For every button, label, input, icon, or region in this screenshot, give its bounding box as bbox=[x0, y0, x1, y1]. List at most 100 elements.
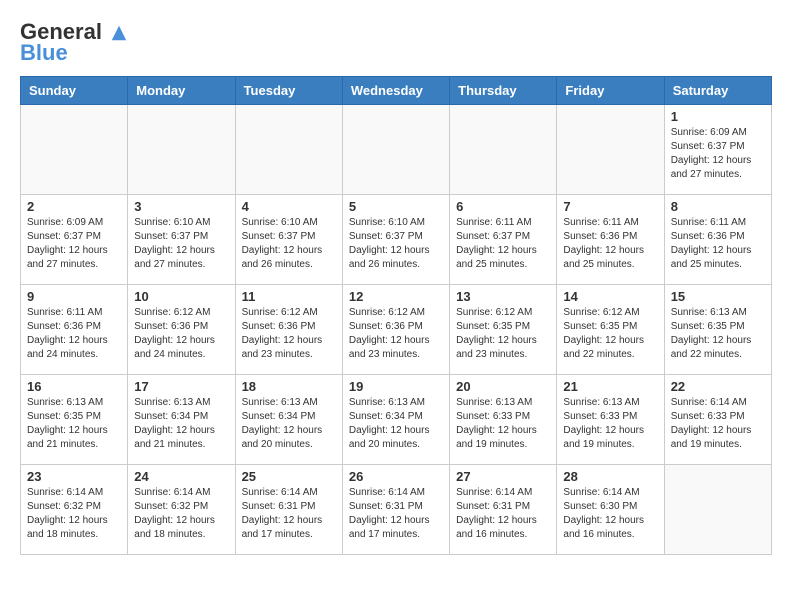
day-number: 2 bbox=[27, 199, 121, 214]
day-info: Sunrise: 6:10 AM Sunset: 6:37 PM Dayligh… bbox=[134, 216, 228, 272]
day-number: 27 bbox=[456, 469, 550, 484]
calendar-week-row: 23 Sunrise: 6:14 AM Sunset: 6:32 PM Dayli… bbox=[21, 465, 772, 555]
calendar-day-cell: 27 Sunrise: 6:14 AM Sunset: 6:31 PM Dayli… bbox=[450, 465, 557, 555]
day-number: 1 bbox=[671, 109, 765, 124]
day-number: 4 bbox=[242, 199, 336, 214]
weekday-header: Thursday bbox=[450, 77, 557, 105]
calendar-day-cell bbox=[128, 105, 235, 195]
day-info: Sunrise: 6:13 AM Sunset: 6:33 PM Dayligh… bbox=[456, 396, 550, 452]
day-info: Sunrise: 6:11 AM Sunset: 6:36 PM Dayligh… bbox=[671, 216, 765, 272]
calendar-day-cell bbox=[450, 105, 557, 195]
day-number: 20 bbox=[456, 379, 550, 394]
calendar-day-cell: 14 Sunrise: 6:12 AM Sunset: 6:35 PM Dayli… bbox=[557, 285, 664, 375]
page-header: General Blue bbox=[20, 20, 772, 66]
calendar-day-cell: 11Sunrise: 6:12 AM Sunset: 6:36 PM Dayli… bbox=[235, 285, 342, 375]
calendar-day-cell bbox=[664, 465, 771, 555]
calendar-day-cell: 18 Sunrise: 6:13 AM Sunset: 6:34 PM Dayli… bbox=[235, 375, 342, 465]
calendar-day-cell: 7 Sunrise: 6:11 AM Sunset: 6:36 PM Daylig… bbox=[557, 195, 664, 285]
calendar-day-cell: 24 Sunrise: 6:14 AM Sunset: 6:32 PM Dayli… bbox=[128, 465, 235, 555]
calendar-day-cell bbox=[342, 105, 449, 195]
day-info: Sunrise: 6:11 AM Sunset: 6:36 PM Dayligh… bbox=[27, 306, 121, 362]
weekday-header: Friday bbox=[557, 77, 664, 105]
day-info: Sunrise: 6:13 AM Sunset: 6:34 PM Dayligh… bbox=[242, 396, 336, 452]
calendar-day-cell: 21Sunrise: 6:13 AM Sunset: 6:33 PM Dayli… bbox=[557, 375, 664, 465]
day-info: Sunrise: 6:13 AM Sunset: 6:35 PM Dayligh… bbox=[27, 396, 121, 452]
day-info: Sunrise: 6:10 AM Sunset: 6:37 PM Dayligh… bbox=[349, 216, 443, 272]
weekday-header: Sunday bbox=[21, 77, 128, 105]
weekday-header: Tuesday bbox=[235, 77, 342, 105]
day-number: 19 bbox=[349, 379, 443, 394]
day-number: 3 bbox=[134, 199, 228, 214]
calendar-day-cell: 12 Sunrise: 6:12 AM Sunset: 6:36 PM Dayli… bbox=[342, 285, 449, 375]
calendar-day-cell: 1 Sunrise: 6:09 AM Sunset: 6:37 PM Daylig… bbox=[664, 105, 771, 195]
calendar-day-cell: 15 Sunrise: 6:13 AM Sunset: 6:35 PM Dayli… bbox=[664, 285, 771, 375]
day-info: Sunrise: 6:14 AM Sunset: 6:30 PM Dayligh… bbox=[563, 486, 657, 542]
day-number: 7 bbox=[563, 199, 657, 214]
weekday-header: Saturday bbox=[664, 77, 771, 105]
day-info: Sunrise: 6:12 AM Sunset: 6:36 PM Dayligh… bbox=[349, 306, 443, 362]
calendar-day-cell: 25 Sunrise: 6:14 AM Sunset: 6:31 PM Dayli… bbox=[235, 465, 342, 555]
day-info: Sunrise: 6:13 AM Sunset: 6:33 PM Dayligh… bbox=[563, 396, 657, 452]
day-info: Sunrise: 6:14 AM Sunset: 6:31 PM Dayligh… bbox=[242, 486, 336, 542]
calendar-week-row: 9 Sunrise: 6:11 AM Sunset: 6:36 PM Daylig… bbox=[21, 285, 772, 375]
calendar-day-cell: 26 Sunrise: 6:14 AM Sunset: 6:31 PM Dayli… bbox=[342, 465, 449, 555]
day-info: Sunrise: 6:09 AM Sunset: 6:37 PM Dayligh… bbox=[671, 126, 765, 182]
calendar-header: SundayMondayTuesdayWednesdayThursdayFrid… bbox=[21, 77, 772, 105]
weekday-header: Wednesday bbox=[342, 77, 449, 105]
weekday-header: Monday bbox=[128, 77, 235, 105]
day-number: 14 bbox=[563, 289, 657, 304]
calendar-day-cell: 5Sunrise: 6:10 AM Sunset: 6:37 PM Daylig… bbox=[342, 195, 449, 285]
day-info: Sunrise: 6:14 AM Sunset: 6:32 PM Dayligh… bbox=[134, 486, 228, 542]
calendar-day-cell: 17 Sunrise: 6:13 AM Sunset: 6:34 PM Dayli… bbox=[128, 375, 235, 465]
day-info: Sunrise: 6:11 AM Sunset: 6:36 PM Dayligh… bbox=[563, 216, 657, 272]
calendar-day-cell: 13 Sunrise: 6:12 AM Sunset: 6:35 PM Dayli… bbox=[450, 285, 557, 375]
day-number: 25 bbox=[242, 469, 336, 484]
day-number: 22 bbox=[671, 379, 765, 394]
day-number: 24 bbox=[134, 469, 228, 484]
calendar-day-cell: 6Sunrise: 6:11 AM Sunset: 6:37 PM Daylig… bbox=[450, 195, 557, 285]
day-number: 15 bbox=[671, 289, 765, 304]
day-number: 13 bbox=[456, 289, 550, 304]
day-info: Sunrise: 6:13 AM Sunset: 6:34 PM Dayligh… bbox=[134, 396, 228, 452]
day-number: 11 bbox=[242, 289, 336, 304]
day-number: 12 bbox=[349, 289, 443, 304]
day-number: 8 bbox=[671, 199, 765, 214]
calendar-day-cell: 9 Sunrise: 6:11 AM Sunset: 6:36 PM Daylig… bbox=[21, 285, 128, 375]
calendar-day-cell: 20 Sunrise: 6:13 AM Sunset: 6:33 PM Dayli… bbox=[450, 375, 557, 465]
day-number: 23 bbox=[27, 469, 121, 484]
calendar-day-cell: 4 Sunrise: 6:10 AM Sunset: 6:37 PM Daylig… bbox=[235, 195, 342, 285]
day-info: Sunrise: 6:14 AM Sunset: 6:33 PM Dayligh… bbox=[671, 396, 765, 452]
calendar-day-cell: 2 Sunrise: 6:09 AM Sunset: 6:37 PM Daylig… bbox=[21, 195, 128, 285]
day-number: 26 bbox=[349, 469, 443, 484]
day-info: Sunrise: 6:10 AM Sunset: 6:37 PM Dayligh… bbox=[242, 216, 336, 272]
calendar-day-cell: 19 Sunrise: 6:13 AM Sunset: 6:34 PM Dayli… bbox=[342, 375, 449, 465]
day-info: Sunrise: 6:12 AM Sunset: 6:35 PM Dayligh… bbox=[563, 306, 657, 362]
calendar-day-cell: 16 Sunrise: 6:13 AM Sunset: 6:35 PM Dayli… bbox=[21, 375, 128, 465]
day-info: Sunrise: 6:14 AM Sunset: 6:31 PM Dayligh… bbox=[349, 486, 443, 542]
calendar-week-row: 16 Sunrise: 6:13 AM Sunset: 6:35 PM Dayli… bbox=[21, 375, 772, 465]
calendar-day-cell: 23 Sunrise: 6:14 AM Sunset: 6:32 PM Dayli… bbox=[21, 465, 128, 555]
day-info: Sunrise: 6:13 AM Sunset: 6:34 PM Dayligh… bbox=[349, 396, 443, 452]
day-number: 9 bbox=[27, 289, 121, 304]
day-info: Sunrise: 6:09 AM Sunset: 6:37 PM Dayligh… bbox=[27, 216, 121, 272]
day-number: 18 bbox=[242, 379, 336, 394]
day-info: Sunrise: 6:14 AM Sunset: 6:32 PM Dayligh… bbox=[27, 486, 121, 542]
calendar-day-cell: 22 Sunrise: 6:14 AM Sunset: 6:33 PM Dayli… bbox=[664, 375, 771, 465]
calendar-day-cell bbox=[235, 105, 342, 195]
day-number: 28 bbox=[563, 469, 657, 484]
day-info: Sunrise: 6:12 AM Sunset: 6:35 PM Dayligh… bbox=[456, 306, 550, 362]
day-info: Sunrise: 6:14 AM Sunset: 6:31 PM Dayligh… bbox=[456, 486, 550, 542]
calendar-week-row: 2 Sunrise: 6:09 AM Sunset: 6:37 PM Daylig… bbox=[21, 195, 772, 285]
logo: General Blue bbox=[20, 20, 128, 66]
calendar-day-cell: 28 Sunrise: 6:14 AM Sunset: 6:30 PM Dayli… bbox=[557, 465, 664, 555]
day-info: Sunrise: 6:11 AM Sunset: 6:37 PM Dayligh… bbox=[456, 216, 550, 272]
day-info: Sunrise: 6:13 AM Sunset: 6:35 PM Dayligh… bbox=[671, 306, 765, 362]
calendar-day-cell bbox=[557, 105, 664, 195]
day-number: 16 bbox=[27, 379, 121, 394]
calendar-week-row: 1 Sunrise: 6:09 AM Sunset: 6:37 PM Daylig… bbox=[21, 105, 772, 195]
calendar-day-cell bbox=[21, 105, 128, 195]
calendar-day-cell: 3 Sunrise: 6:10 AM Sunset: 6:37 PM Daylig… bbox=[128, 195, 235, 285]
calendar-table: SundayMondayTuesdayWednesdayThursdayFrid… bbox=[20, 76, 772, 555]
day-number: 17 bbox=[134, 379, 228, 394]
calendar-day-cell: 10Sunrise: 6:12 AM Sunset: 6:36 PM Dayli… bbox=[128, 285, 235, 375]
